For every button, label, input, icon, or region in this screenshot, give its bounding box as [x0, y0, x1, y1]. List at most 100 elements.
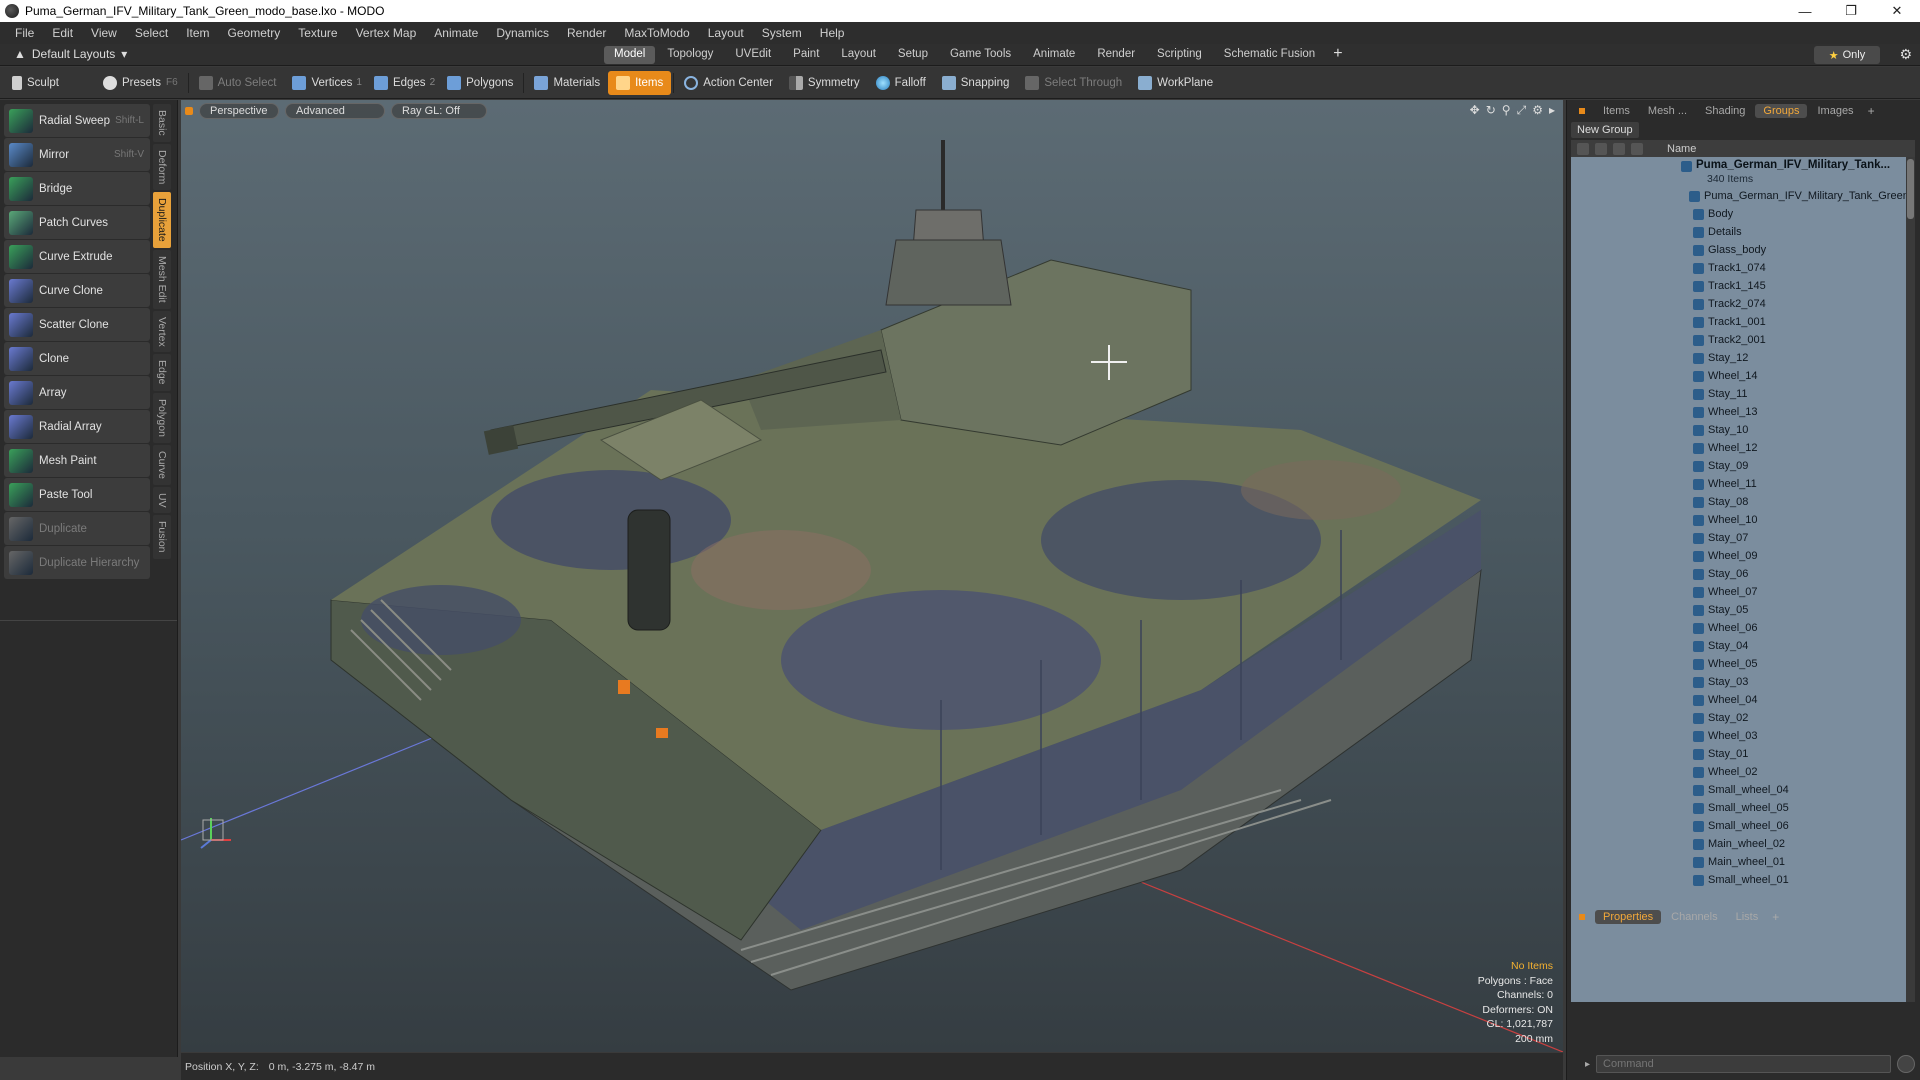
- lock-icon[interactable]: [1613, 142, 1625, 155]
- tree-item-row[interactable]: Main_wheel_02: [1571, 835, 1915, 853]
- add-tab-icon[interactable]: +: [1868, 104, 1875, 118]
- side-tab-basic[interactable]: Basic: [153, 104, 171, 142]
- tree-item-row[interactable]: Stay_12: [1571, 349, 1915, 367]
- minimize-button[interactable]: —: [1782, 0, 1828, 22]
- restore-button[interactable]: ❐: [1828, 0, 1874, 22]
- snapping-button[interactable]: Snapping: [934, 71, 1018, 95]
- viewport-settings-icon[interactable]: ⚙: [1532, 103, 1543, 118]
- tree-item-row[interactable]: Wheel_05: [1571, 655, 1915, 673]
- tree-item-row[interactable]: Small_wheel_01: [1571, 871, 1915, 889]
- tab-schematic-fusion[interactable]: Schematic Fusion: [1214, 46, 1325, 64]
- scrollbar-thumb[interactable]: [1907, 159, 1914, 219]
- tree-item-row[interactable]: Stay_02: [1571, 709, 1915, 727]
- tree-item-row[interactable]: Main_wheel_01: [1571, 853, 1915, 871]
- tab-model[interactable]: Model: [604, 46, 656, 64]
- menu-edit[interactable]: Edit: [43, 26, 82, 40]
- panel-tab-items[interactable]: Items: [1595, 104, 1638, 118]
- tool-curve-extrude[interactable]: Curve Extrude: [4, 240, 150, 273]
- presets-button[interactable]: Presets F6: [95, 71, 186, 95]
- tab-uvedit[interactable]: UVEdit: [725, 46, 781, 64]
- close-button[interactable]: ✕: [1874, 0, 1920, 22]
- tree-item-row[interactable]: Stay_01: [1571, 745, 1915, 763]
- tool-scatter-clone[interactable]: Scatter Clone: [4, 308, 150, 341]
- panel-tab-groups[interactable]: Groups: [1755, 104, 1808, 118]
- tree-item-row[interactable]: Stay_05: [1571, 601, 1915, 619]
- symmetry-button[interactable]: Symmetry: [781, 71, 868, 95]
- tree-item-row[interactable]: Wheel_04: [1571, 691, 1915, 709]
- tool-duplicate[interactable]: Duplicate: [4, 512, 150, 545]
- tool-mirror[interactable]: Mirror Shift-V: [4, 138, 150, 171]
- menu-view[interactable]: View: [82, 26, 126, 40]
- tree-item-row[interactable]: Track2_001: [1571, 331, 1915, 349]
- panel-tab-images[interactable]: Images: [1809, 104, 1861, 118]
- falloff-button[interactable]: Falloff: [868, 71, 934, 95]
- tree-item-row[interactable]: Wheel_02: [1571, 763, 1915, 781]
- tree-item-row[interactable]: Stay_03: [1571, 673, 1915, 691]
- tree-item-row[interactable]: Track1_001: [1571, 313, 1915, 331]
- tree-item-row[interactable]: Wheel_12: [1571, 439, 1915, 457]
- side-tab-edge[interactable]: Edge: [153, 354, 171, 391]
- add-tab-icon[interactable]: +: [1772, 910, 1779, 924]
- rotate-icon[interactable]: ↻: [1486, 103, 1496, 118]
- tree-item-row[interactable]: Wheel_07: [1571, 583, 1915, 601]
- tree-root-row[interactable]: Puma_German_IFV_Military_Tank... 340 Item…: [1571, 157, 1915, 187]
- bottom-tab-channels[interactable]: Channels: [1663, 910, 1725, 924]
- view-mode-button[interactable]: Perspective: [199, 103, 279, 119]
- select-through-button[interactable]: Select Through: [1017, 71, 1130, 95]
- panel-tab-shading[interactable]: Shading: [1697, 104, 1753, 118]
- side-tab-uv[interactable]: UV: [153, 486, 171, 514]
- tool-clone[interactable]: Clone: [4, 342, 150, 375]
- side-tab-mesh-edit[interactable]: Mesh Edit: [153, 249, 171, 309]
- new-group-button[interactable]: New Group: [1571, 122, 1639, 138]
- side-tab-polygon[interactable]: Polygon: [153, 392, 171, 443]
- only-toggle[interactable]: ★ Only: [1814, 46, 1880, 64]
- tab-animate[interactable]: Animate: [1023, 46, 1085, 64]
- workplane-button[interactable]: WorkPlane: [1130, 71, 1221, 95]
- tree-item-row[interactable]: Puma_German_IFV_Military_Tank_Green: [1571, 187, 1915, 205]
- tool-duplicate-hierarchy[interactable]: Duplicate Hierarchy: [4, 546, 150, 579]
- tool-array[interactable]: Array: [4, 376, 150, 409]
- auto-select-button[interactable]: Auto Select: [191, 71, 285, 95]
- menu-system[interactable]: System: [753, 26, 811, 40]
- menu-vertex-map[interactable]: Vertex Map: [347, 26, 426, 40]
- tree-item-row[interactable]: Wheel_11: [1571, 475, 1915, 493]
- ray-gl-button[interactable]: Ray GL: Off: [391, 103, 487, 119]
- tree-item-row[interactable]: Body: [1571, 205, 1915, 223]
- tool-bridge[interactable]: Bridge: [4, 172, 150, 205]
- tree-item-row[interactable]: Stay_08: [1571, 493, 1915, 511]
- 3d-viewport[interactable]: Perspective Advanced Ray GL: Off ✥ ↻ ⚲ ⤢…: [181, 100, 1563, 1052]
- edges-button[interactable]: Edges: [366, 71, 434, 95]
- bottom-tab-lists[interactable]: Lists: [1728, 910, 1767, 924]
- tree-item-row[interactable]: Stay_11: [1571, 385, 1915, 403]
- tab-scripting[interactable]: Scripting: [1147, 46, 1212, 64]
- select-icon[interactable]: [1631, 142, 1643, 155]
- tab-game-tools[interactable]: Game Tools: [940, 46, 1021, 64]
- command-input[interactable]: [1596, 1055, 1892, 1073]
- side-tab-deform[interactable]: Deform: [153, 143, 171, 191]
- polygons-button[interactable]: Polygons: [439, 71, 521, 95]
- menu-maxtomodo[interactable]: MaxToModo: [615, 26, 698, 40]
- panel-tab-mesh[interactable]: Mesh ...: [1640, 104, 1695, 118]
- menu-file[interactable]: File: [6, 26, 43, 40]
- side-tab-vertex[interactable]: Vertex: [153, 310, 171, 353]
- menu-texture[interactable]: Texture: [289, 26, 346, 40]
- sculpt-button[interactable]: Sculpt: [4, 71, 67, 95]
- tool-radial-array[interactable]: Radial Array: [4, 410, 150, 443]
- bottom-tab-properties[interactable]: Properties: [1595, 910, 1662, 924]
- tab-render[interactable]: Render: [1087, 46, 1145, 64]
- menu-dynamics[interactable]: Dynamics: [487, 26, 558, 40]
- action-center-button[interactable]: Action Center: [676, 71, 781, 95]
- side-tab-curve[interactable]: Curve: [153, 444, 171, 485]
- tool-curve-clone[interactable]: Curve Clone: [4, 274, 150, 307]
- menu-render[interactable]: Render: [558, 26, 615, 40]
- items-button[interactable]: Items: [608, 70, 672, 95]
- tree-item-row[interactable]: Wheel_14: [1571, 367, 1915, 385]
- layouts-dropdown[interactable]: ▲ Default Layouts ▾: [14, 47, 127, 61]
- tool-paste-tool[interactable]: Paste Tool: [4, 478, 150, 511]
- menu-geometry[interactable]: Geometry: [219, 26, 290, 40]
- add-layout-icon[interactable]: +: [1333, 46, 1342, 64]
- tree-item-row[interactable]: Details: [1571, 223, 1915, 241]
- menu-help[interactable]: Help: [811, 26, 854, 40]
- tree-item-row[interactable]: Small_wheel_06: [1571, 817, 1915, 835]
- tool-mesh-paint[interactable]: Mesh Paint: [4, 444, 150, 477]
